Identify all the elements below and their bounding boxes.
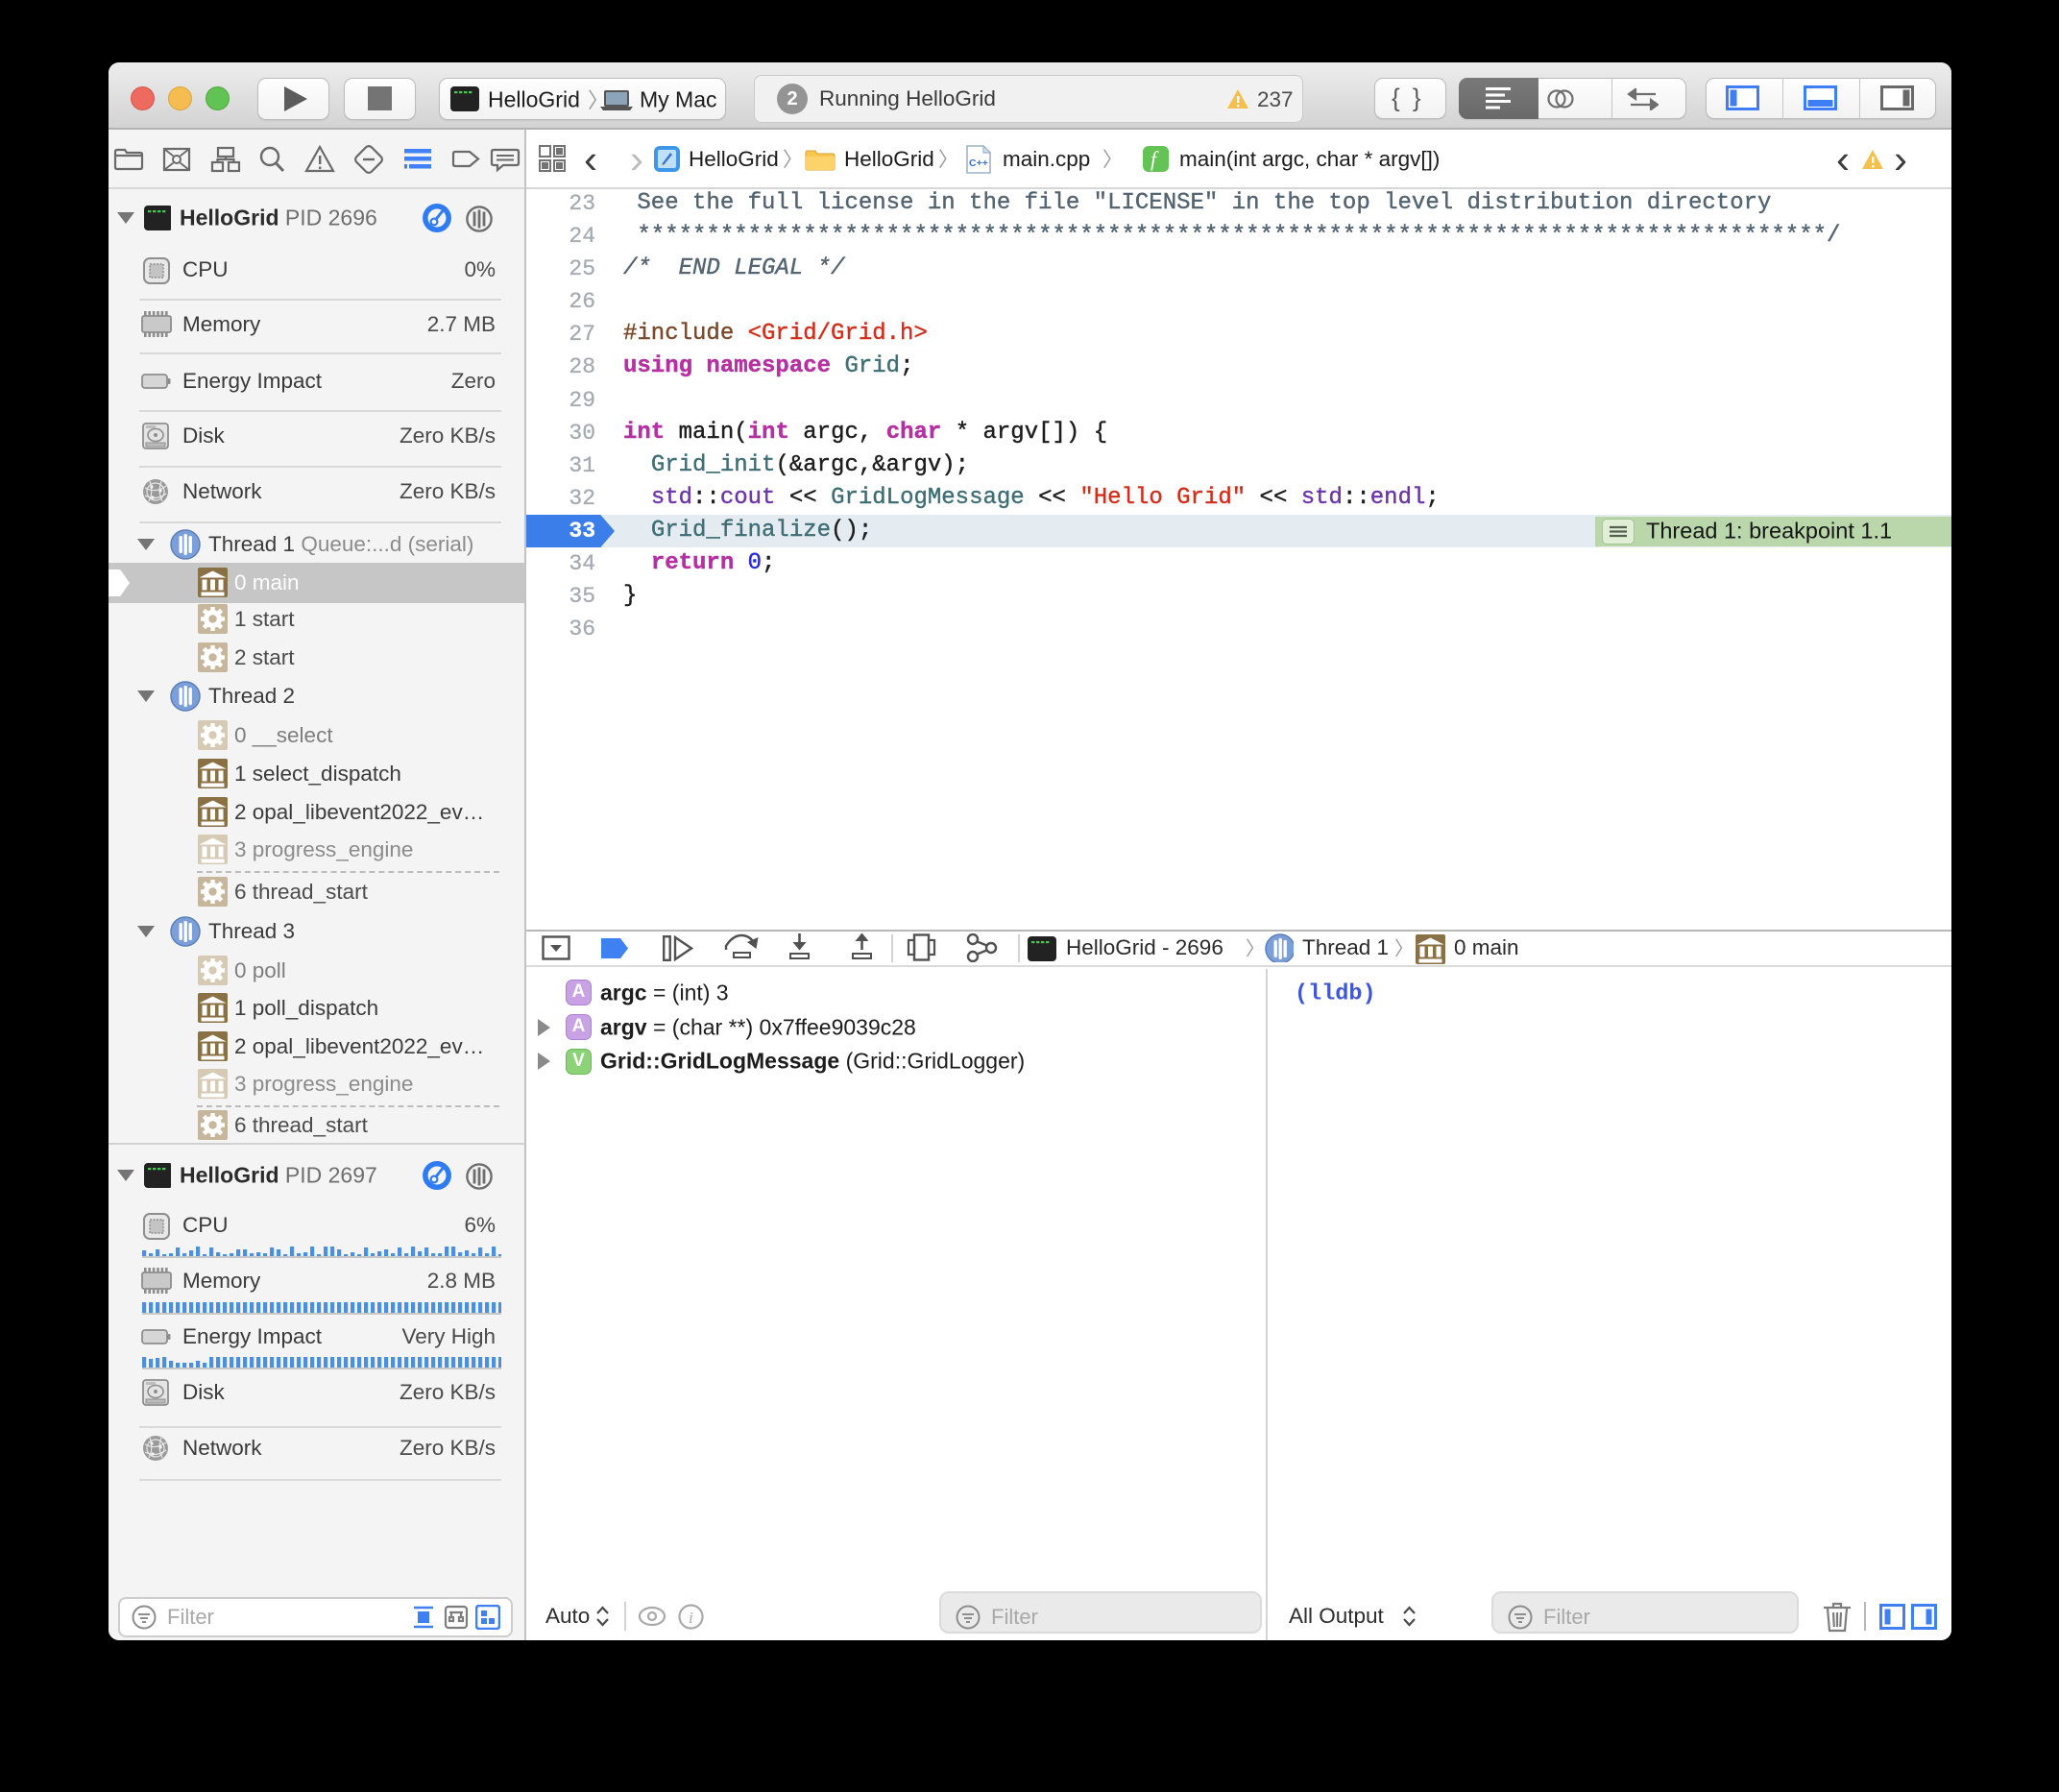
svg-text:i: i xyxy=(689,1609,693,1627)
